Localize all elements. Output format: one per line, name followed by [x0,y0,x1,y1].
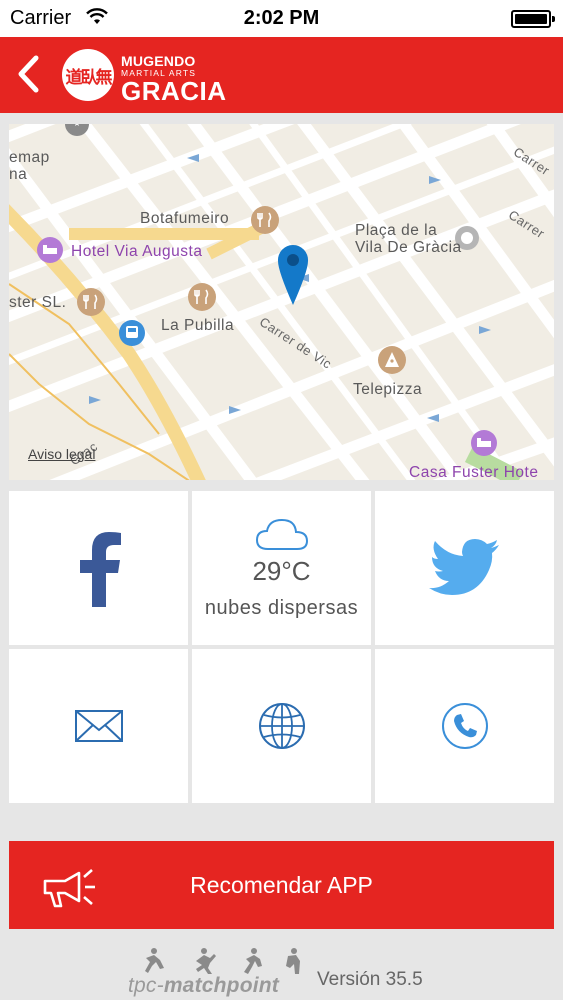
hotel-marker-icon[interactable] [470,429,498,457]
weather-temperature: 29°C [252,556,311,586]
brand-logo: 道臥無 [62,49,114,101]
page-title: GRACIA [121,76,227,106]
map-label-na: na [9,166,28,183]
globe-icon [258,703,305,749]
clock: 2:02 PM [243,7,320,29]
brand-logo-kanji: 道臥無 [65,67,113,88]
pizza-marker-icon[interactable] [377,345,407,375]
map-label-la-pubilla: La Pubilla [161,317,235,334]
nav-bar: 道臥無 MUGENDO MARTIAL ARTS GRACIA [0,37,563,113]
twitter-button[interactable] [375,491,554,645]
weather-widget: 29°C nubes dispersas [192,491,371,645]
map-label-telepizza: Telepizza [353,381,423,398]
version-label: Versión 35.5 [317,969,423,990]
action-grid: 29°C nubes dispersas [9,491,554,803]
hotel-marker-icon[interactable] [36,236,64,264]
envelope-icon [74,710,123,742]
map-label-ster: ster SL. [9,294,67,311]
map-label-botafumeiro: Botafumeiro [140,210,230,227]
restaurant-marker-icon[interactable] [76,287,106,317]
restaurant-marker-icon[interactable] [250,205,280,235]
map-label-hotel: Hotel Via Augusta [71,243,203,260]
location-map[interactable]: Botafumeiro Hotel Via Augusta ster SL. L… [9,124,554,480]
location-pin-icon[interactable] [275,243,311,307]
email-button[interactable] [9,649,188,803]
footer-brand: tpc-matchpoint [128,974,279,998]
website-button[interactable] [192,649,371,803]
weather-description: nubes dispersas [204,597,359,619]
restaurant-marker-icon[interactable] [187,282,217,312]
footer-brand-prefix: tpc- [128,974,164,997]
chevron-left-icon [18,55,39,93]
bus-stop-icon[interactable] [118,319,146,347]
footer-brand-name: matchpoint [163,974,279,997]
map-label-vila: Vila De Gràcia [355,239,462,256]
battery-icon [511,10,555,28]
map-label-casa-fuster: Casa Fuster Hote [409,464,539,480]
star-marker-icon [65,124,89,136]
facebook-button[interactable] [9,491,188,645]
brand-name-top: MUGENDO [121,53,196,69]
map-label-placa: Plaça de la [355,222,438,239]
legal-notice-link[interactable]: Aviso legal [28,446,95,462]
footer: tpc-matchpoint Versión 35.5 [0,940,563,1000]
map-label-emap: emap [9,149,50,166]
back-button[interactable] [8,49,48,99]
status-bar: Carrier 2:02 PM [0,0,563,37]
twitter-icon [428,539,499,595]
cloud-icon [255,518,308,550]
sport-figures-icon [145,948,300,974]
recommend-app-label: Recomendar APP [190,872,373,898]
phone-button[interactable] [375,649,554,803]
phone-icon [441,703,488,749]
facebook-icon [79,532,121,607]
recommend-app-button[interactable]: Recomendar APP [9,841,554,929]
